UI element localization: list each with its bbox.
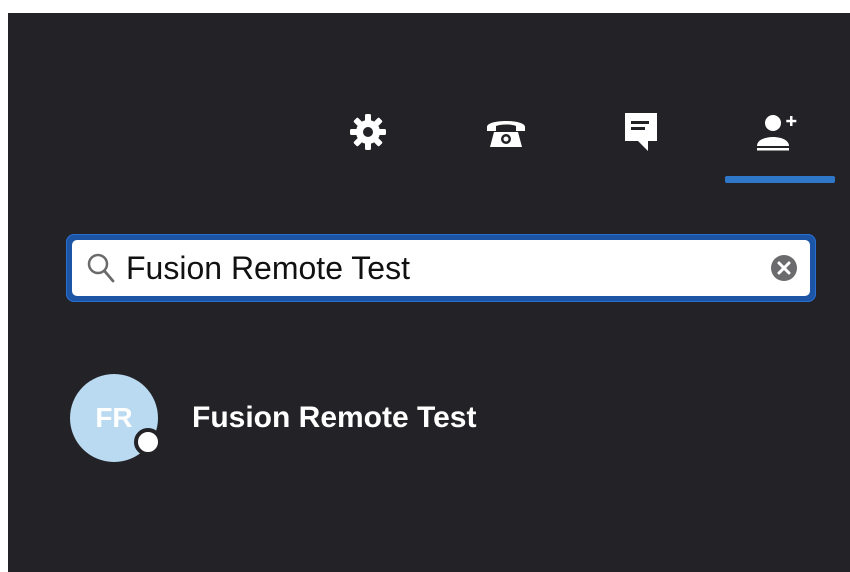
chat-icon	[622, 111, 660, 153]
avatar: FR	[70, 374, 162, 462]
search-result-item[interactable]: FR Fusion Remote Test	[58, 368, 818, 468]
settings-button[interactable]	[333, 97, 403, 167]
calls-button[interactable]	[471, 97, 541, 167]
active-tab-indicator	[725, 176, 835, 183]
contacts-button[interactable]	[742, 97, 812, 167]
clear-search-button[interactable]	[770, 254, 798, 282]
search-icon	[86, 250, 116, 286]
top-toolbar	[8, 13, 850, 203]
chat-button[interactable]	[606, 97, 676, 167]
avatar-initials: FR	[95, 402, 133, 433]
presence-indicator	[134, 428, 162, 456]
add-contact-icon	[755, 112, 799, 152]
contacts-panel: FR Fusion Remote Test	[8, 13, 850, 572]
search-box	[72, 240, 810, 296]
contact-name: Fusion Remote Test	[192, 401, 477, 434]
search-input[interactable]	[126, 243, 716, 293]
clear-icon	[770, 255, 798, 286]
search-field	[66, 234, 816, 302]
phone-icon	[485, 115, 527, 149]
gear-icon	[349, 113, 387, 151]
